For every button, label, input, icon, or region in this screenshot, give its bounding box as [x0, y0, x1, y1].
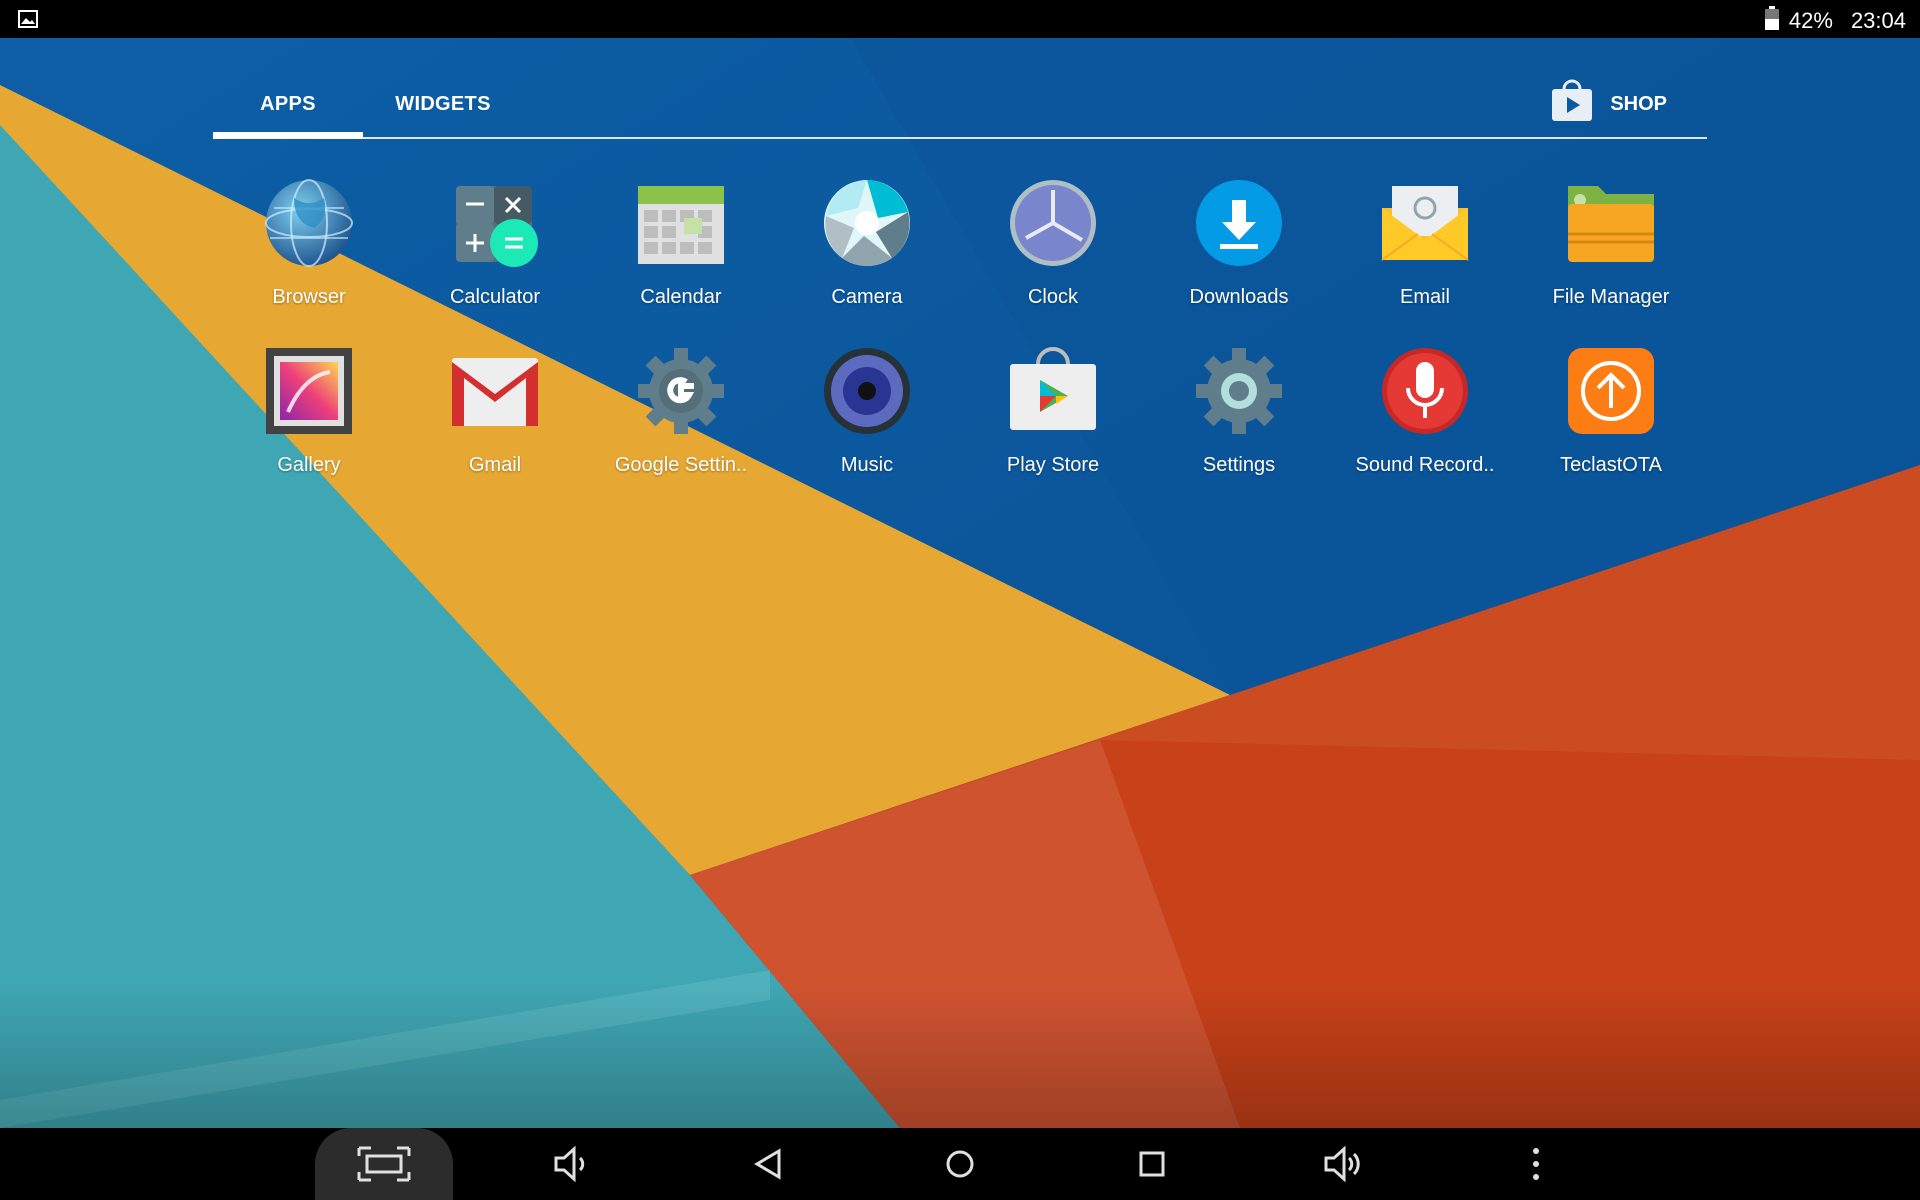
- recents-icon: [1139, 1151, 1165, 1177]
- app-label: Gallery: [277, 454, 341, 476]
- app-sound-recorder[interactable]: Sound Record..: [1332, 336, 1518, 496]
- globe-icon: [264, 178, 354, 268]
- volume-down-icon: [554, 1146, 585, 1182]
- envelope-icon: [1380, 178, 1470, 268]
- battery-icon: [1764, 6, 1779, 36]
- app-settings[interactable]: Settings: [1146, 336, 1332, 496]
- back-icon: [754, 1148, 781, 1180]
- app-browser[interactable]: Browser: [216, 168, 402, 328]
- gear-icon: [1194, 346, 1284, 436]
- app-calendar[interactable]: Calendar: [588, 168, 774, 328]
- app-calculator[interactable]: Calculator: [402, 168, 588, 328]
- home-icon: [946, 1150, 974, 1178]
- back-button[interactable]: [708, 1128, 828, 1200]
- app-teclast-ota[interactable]: TeclastOTA: [1518, 336, 1704, 496]
- app-label: Email: [1399, 286, 1450, 308]
- battery-percent: 42%: [1788, 8, 1833, 33]
- microphone-icon: [1380, 346, 1470, 436]
- recents-button[interactable]: [1092, 1128, 1212, 1200]
- app-label: TeclastOTA: [1560, 454, 1662, 476]
- volume-down-button[interactable]: [512, 1128, 632, 1200]
- picture-frame-icon: [264, 346, 354, 436]
- shop-label: SHOP: [1610, 92, 1667, 115]
- app-label: Calendar: [640, 286, 722, 308]
- tab-divider: [213, 137, 1707, 139]
- app-label: Google Settin..: [614, 454, 748, 476]
- app-label: Calculator: [449, 286, 541, 308]
- tab-widgets[interactable]: WIDGETS: [363, 74, 523, 134]
- overflow-menu-button[interactable]: [1476, 1128, 1596, 1200]
- navigation-bar: [0, 1128, 1920, 1200]
- status-bar: 42% 23:04: [0, 0, 1920, 38]
- clock-icon: [1008, 178, 1098, 268]
- speaker-icon: [822, 346, 912, 436]
- app-google-settings[interactable]: Google Settin..: [588, 336, 774, 496]
- clock-time: 23:04: [1850, 8, 1906, 33]
- app-label: Settings: [1202, 454, 1276, 476]
- gallery-notification-icon: [18, 9, 38, 35]
- app-gallery[interactable]: Gallery: [216, 336, 402, 496]
- app-downloads[interactable]: Downloads: [1146, 168, 1332, 328]
- camera-aperture-icon: [822, 178, 912, 268]
- calculator-icon: [450, 178, 540, 268]
- drawer-tabs: APPS WIDGETS SHOP: [213, 74, 1707, 140]
- download-icon: [1194, 178, 1284, 268]
- app-label: Clock: [1027, 286, 1078, 308]
- app-label: Play Store: [1006, 454, 1100, 476]
- google-gear-icon: [636, 346, 726, 436]
- status-indicators: 42% 23:04: [1764, 6, 1906, 36]
- home-button[interactable]: [900, 1128, 1020, 1200]
- app-label: Camera: [831, 286, 903, 308]
- app-label: Music: [840, 454, 894, 476]
- screenshot-button[interactable]: [315, 1128, 453, 1200]
- play-store-icon: [1008, 346, 1098, 436]
- screenshot-icon: [357, 1146, 411, 1182]
- app-label: File Manager: [1552, 286, 1670, 308]
- app-label: Gmail: [468, 454, 522, 476]
- app-label: Sound Record..: [1355, 454, 1495, 476]
- app-file-manager[interactable]: File Manager: [1518, 168, 1704, 328]
- upload-arrow-icon: [1566, 346, 1656, 436]
- app-label: Browser: [272, 286, 346, 308]
- app-label: Downloads: [1189, 286, 1289, 308]
- app-email[interactable]: Email: [1332, 168, 1518, 328]
- app-camera[interactable]: Camera: [774, 168, 960, 328]
- gmail-icon: [450, 346, 540, 436]
- shopping-bag-icon: [1550, 79, 1594, 129]
- volume-up-button[interactable]: [1284, 1128, 1404, 1200]
- app-clock[interactable]: Clock: [960, 168, 1146, 328]
- volume-up-icon: [1324, 1146, 1360, 1182]
- more-vert-icon: [1533, 1148, 1539, 1180]
- folder-icon: [1566, 178, 1656, 268]
- shop-button[interactable]: SHOP: [1550, 74, 1667, 134]
- tab-apps[interactable]: APPS: [213, 74, 363, 134]
- app-gmail[interactable]: Gmail: [402, 336, 588, 496]
- app-music[interactable]: Music: [774, 336, 960, 496]
- app-play-store[interactable]: Play Store: [960, 336, 1146, 496]
- calendar-icon: [636, 178, 726, 268]
- tab-indicator: [213, 132, 363, 139]
